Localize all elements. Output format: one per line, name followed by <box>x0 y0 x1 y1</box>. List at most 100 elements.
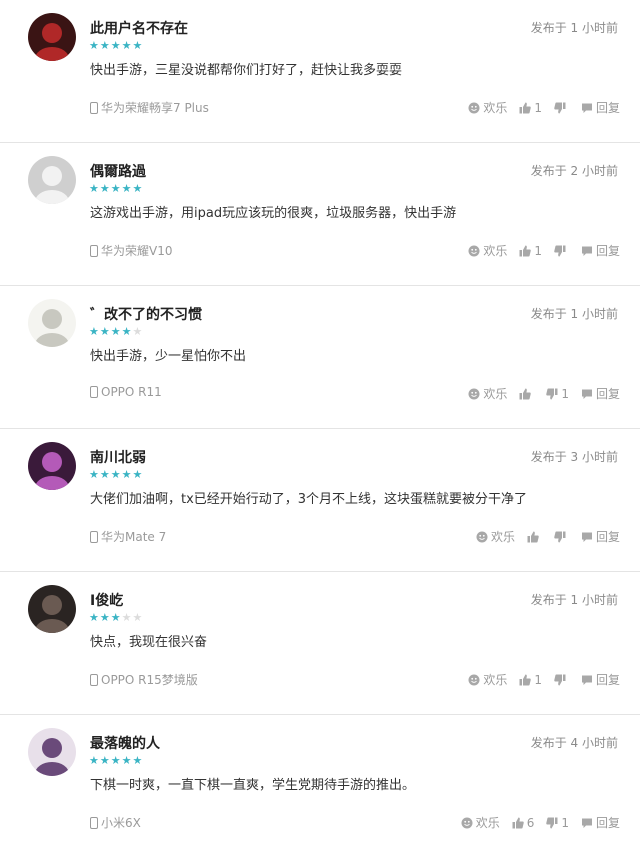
dislike-button[interactable] <box>554 245 569 257</box>
phone-icon <box>90 101 98 114</box>
like-button[interactable]: 6 <box>512 816 534 830</box>
thumbs-down-icon <box>554 245 566 257</box>
post-time: 发布于 2 小时前 <box>530 164 618 178</box>
like-count: 1 <box>534 100 542 115</box>
device-name: 小米6X <box>101 816 141 830</box>
rating-stars: ★ ★ ★ ★ ★ <box>89 40 142 51</box>
thumbs-up-icon <box>519 102 532 114</box>
post-time: 发布于 1 小时前 <box>530 21 618 35</box>
rating-stars: ★ ★ ★ ★ ★ <box>89 183 142 194</box>
comment-item: I俊屹 发布于 1 小时前 ★ ★ ★ ★ ★ 快点，我现在很兴奋 OPPO R15梦境版 欢乐 1… <box>0 572 640 715</box>
thumbs-down-icon <box>546 388 558 400</box>
fun-button[interactable]: 欢乐 <box>468 385 507 402</box>
avatar[interactable] <box>28 585 76 633</box>
avatar[interactable] <box>28 728 76 776</box>
rating-star: ★ <box>89 182 99 195</box>
comment-actions: 欢乐 6 1 回复 <box>461 814 620 831</box>
thumbs-up-icon <box>512 817 524 829</box>
like-button[interactable]: 1 <box>519 673 542 687</box>
username[interactable]: 此用户名不存在 <box>90 18 188 38</box>
rating-stars: ★ ★ ★ ★ ★ <box>89 755 142 766</box>
rating-star: ★ <box>89 468 99 481</box>
rating-star: ★ <box>99 182 110 195</box>
like-button[interactable]: 1 <box>519 244 542 258</box>
thumbs-up-icon <box>519 245 532 257</box>
reply-icon <box>581 102 593 114</box>
phone-icon <box>90 816 98 829</box>
reply-button[interactable]: 回复 <box>581 99 620 116</box>
rating-star: ★ <box>121 468 132 481</box>
reply-icon <box>581 817 593 829</box>
fun-button[interactable]: 欢乐 <box>468 99 507 116</box>
comment-text: 快点，我现在很兴奋 <box>90 635 208 650</box>
fun-button[interactable]: 欢乐 <box>468 242 507 259</box>
username[interactable]: 南川北弱 <box>90 447 146 467</box>
rating-star: ★ <box>132 325 143 338</box>
post-time: 发布于 1 小时前 <box>530 307 618 321</box>
dislike-count: 1 <box>561 815 569 830</box>
device-name: OPPO R11 <box>101 385 162 399</box>
rating-star: ★ <box>132 754 143 767</box>
rating-stars: ★ ★ ★ ★ ★ <box>89 469 142 480</box>
device-info: OPPO R15梦境版 <box>90 671 198 688</box>
device-name: OPPO R15梦境版 <box>101 673 198 687</box>
thumbs-down-icon <box>546 817 558 829</box>
device-info: 华为荣耀V10 <box>90 242 172 259</box>
rating-star: ★ <box>89 39 99 52</box>
dislike-button[interactable] <box>554 674 569 686</box>
rating-star: ★ <box>132 39 143 52</box>
like-button[interactable]: 1 <box>519 101 542 115</box>
fun-label: 欢乐 <box>490 530 515 544</box>
smile-icon <box>461 817 473 829</box>
reply-button[interactable]: 回复 <box>581 671 620 688</box>
reply-icon <box>581 388 593 400</box>
username[interactable]: 偶爾路過 <box>90 161 146 181</box>
dislike-button[interactable]: 1 <box>546 816 569 830</box>
like-button[interactable] <box>519 388 534 400</box>
fun-button[interactable]: 欢乐 <box>461 814 500 831</box>
thumbs-down-icon <box>554 674 566 686</box>
reply-label: 回复 <box>595 387 620 401</box>
phone-icon <box>90 244 98 257</box>
reply-button[interactable]: 回复 <box>581 814 620 831</box>
rating-star: ★ <box>89 754 99 767</box>
device-name: 华为荣耀V10 <box>101 244 173 258</box>
fun-button[interactable]: 欢乐 <box>468 671 507 688</box>
comment-text: 大佬们加油啊，tx已经开始行动了，3个月不上线，这块蛋糕就要被分干净了 <box>90 492 528 507</box>
rating-stars: ★ ★ ★ ★ ★ <box>89 612 142 623</box>
rating-star: ★ <box>121 325 132 338</box>
comment-text: 快出手游，少一星怕你不出 <box>90 349 247 364</box>
like-button[interactable] <box>527 531 542 543</box>
smile-icon <box>468 388 480 400</box>
smile-icon <box>468 245 480 257</box>
rating-star: ★ <box>121 754 132 767</box>
thumbs-up-icon <box>519 388 532 400</box>
like-count: 1 <box>534 672 542 687</box>
reply-button[interactable]: 回复 <box>581 385 620 402</box>
rating-star: ★ <box>89 325 99 338</box>
dislike-button[interactable] <box>554 531 569 543</box>
rating-star: ★ <box>121 182 132 195</box>
rating-stars: ★ ★ ★ ★ ★ <box>89 326 142 337</box>
device-info: 小米6X <box>90 814 141 831</box>
comment-actions: 欢乐 1 回复 <box>468 99 620 116</box>
avatar[interactable] <box>28 299 76 347</box>
avatar[interactable] <box>28 13 76 61</box>
avatar[interactable] <box>28 156 76 204</box>
comment-actions: 欢乐 1 回复 <box>468 242 620 259</box>
reply-button[interactable]: 回复 <box>581 528 620 545</box>
username[interactable]: I俊屹 <box>90 590 123 610</box>
comment-actions: 欢乐 1 回复 <box>468 671 620 688</box>
dislike-button[interactable]: 1 <box>546 387 569 401</box>
device-info: 华为荣耀畅享7 Plus <box>90 99 209 116</box>
fun-label: 欢乐 <box>483 244 508 258</box>
avatar[interactable] <box>28 442 76 490</box>
username[interactable]: 最落魄的人 <box>90 733 160 753</box>
rating-star: ★ <box>121 611 132 624</box>
dislike-button[interactable] <box>554 102 569 114</box>
username[interactable]: ゛改不了的不习惯 <box>90 304 202 324</box>
reply-button[interactable]: 回复 <box>581 242 620 259</box>
rating-star: ★ <box>110 39 121 52</box>
device-name: 华为荣耀畅享7 Plus <box>101 101 209 115</box>
fun-button[interactable]: 欢乐 <box>476 528 515 545</box>
